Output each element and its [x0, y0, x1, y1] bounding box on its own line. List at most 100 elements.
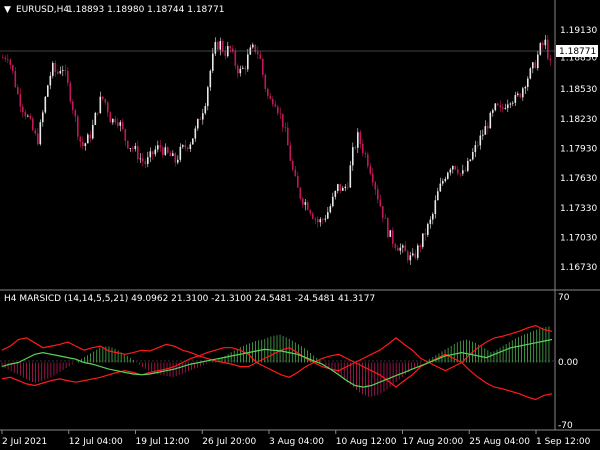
- candle-body: [167, 147, 169, 153]
- indicator-scale-bottom: -70: [558, 421, 573, 431]
- candle-body: [444, 178, 447, 182]
- candle-body: [159, 145, 162, 148]
- candle-body: [72, 101, 74, 111]
- candle-body: [64, 70, 67, 71]
- price-scale-label: 1.17030: [560, 234, 597, 244]
- candle-body: [32, 118, 34, 131]
- time-label: 12 Jul 04:00: [69, 437, 123, 447]
- price-scale-label: 1.17330: [560, 204, 597, 214]
- candle-body: [209, 70, 212, 88]
- candle-body: [252, 44, 254, 48]
- candle-body: [522, 88, 524, 98]
- candle-body: [127, 140, 129, 149]
- candle-body: [87, 134, 89, 144]
- candle-body: [489, 112, 492, 129]
- candle-body: [347, 186, 349, 188]
- candle-body: [402, 245, 404, 248]
- time-axis[interactable]: 2 Jul 2021 12 Jul 04:00 19 Jul 12:00 26 Jul…: [1, 430, 591, 447]
- histogram-group: [1, 326, 550, 397]
- candle-body: [149, 151, 152, 158]
- candle-body: [37, 133, 39, 145]
- candle-body: [94, 112, 97, 125]
- candle-body: [507, 104, 509, 109]
- candle-body: [432, 213, 434, 220]
- triangle-icon[interactable]: ▼: [4, 5, 11, 15]
- candle-body: [259, 54, 262, 59]
- candle-body: [327, 212, 329, 219]
- candle-body: [539, 43, 542, 55]
- candle-body: [449, 169, 452, 173]
- candle-body: [534, 62, 537, 69]
- candle-body: [117, 122, 119, 126]
- candle-body: [477, 145, 479, 146]
- candle-body: [247, 54, 249, 70]
- candle-body: [457, 169, 459, 174]
- candle-body: [517, 93, 519, 96]
- candle-body: [344, 186, 347, 189]
- candle-body: [377, 189, 379, 200]
- price-scale-label: 1.18850: [560, 54, 597, 64]
- candle-body: [472, 151, 474, 160]
- candle-body: [459, 173, 462, 175]
- candle-body: [332, 196, 334, 207]
- candle-body: [454, 165, 457, 170]
- candle-body: [514, 95, 517, 103]
- time-label: 19 Jul 12:00: [136, 437, 190, 447]
- candle-body: [27, 115, 29, 117]
- candle-body: [294, 169, 297, 176]
- candle-body: [467, 160, 469, 171]
- candle-body: [504, 108, 507, 109]
- candle-body: [139, 158, 142, 160]
- candle-body: [179, 146, 182, 160]
- candle-body: [237, 65, 239, 74]
- chart-symbol: EURUSD,H4: [16, 5, 69, 15]
- candle-body: [309, 209, 312, 214]
- candle-body: [244, 67, 247, 70]
- candle-body: [284, 127, 287, 129]
- candle-body: [549, 58, 552, 61]
- candle-body: [337, 184, 339, 191]
- candle-body: [492, 110, 494, 113]
- chart-svg[interactable]: ▼ EURUSD,H4 1.18893 1.18980 1.18744 1.18…: [0, 0, 600, 450]
- candle-body: [52, 62, 54, 76]
- price-scale-label: 1.17930: [560, 145, 597, 155]
- candle-body: [439, 183, 442, 192]
- candle-body: [317, 219, 319, 223]
- candle-body: [282, 113, 284, 128]
- candle-body: [447, 172, 449, 179]
- candle-body: [134, 146, 137, 150]
- candle-body: [187, 147, 189, 149]
- candle-body: [207, 87, 209, 107]
- candle-body: [382, 206, 384, 218]
- candle-body: [49, 75, 52, 86]
- candle-body: [297, 175, 299, 188]
- candle-body: [512, 102, 514, 104]
- candle-body: [289, 145, 292, 161]
- candle-body: [279, 113, 282, 114]
- candle-body: [107, 102, 109, 113]
- price-scale-label: 1.18230: [560, 115, 597, 125]
- candle-body: [269, 95, 272, 99]
- candle-body: [57, 71, 59, 74]
- candle-body: [274, 104, 277, 107]
- candle-body: [7, 59, 9, 60]
- candle-body: [24, 112, 27, 117]
- candle-body: [119, 122, 122, 126]
- trading-chart[interactable]: ▼ EURUSD,H4 1.18893 1.18980 1.18744 1.18…: [0, 0, 600, 450]
- candle-body: [487, 126, 489, 129]
- candle-body: [74, 110, 77, 117]
- candle-body: [157, 145, 159, 150]
- price-scale[interactable]: 1.19130 1.18850 1.18530 1.18230 1.17930 1.176…: [560, 26, 597, 273]
- time-label: 25 Aug 04:00: [469, 437, 530, 447]
- candle-body: [334, 190, 337, 197]
- candle-body: [169, 152, 172, 156]
- candle-body: [192, 138, 194, 145]
- candle-body: [399, 247, 402, 251]
- candle-body: [499, 105, 502, 108]
- candle-body: [442, 181, 444, 184]
- candle-body: [162, 147, 164, 155]
- candle-body: [177, 159, 179, 163]
- candle-body: [434, 200, 437, 214]
- candle-body: [97, 112, 99, 114]
- price-scale-label: 1.16730: [560, 263, 597, 273]
